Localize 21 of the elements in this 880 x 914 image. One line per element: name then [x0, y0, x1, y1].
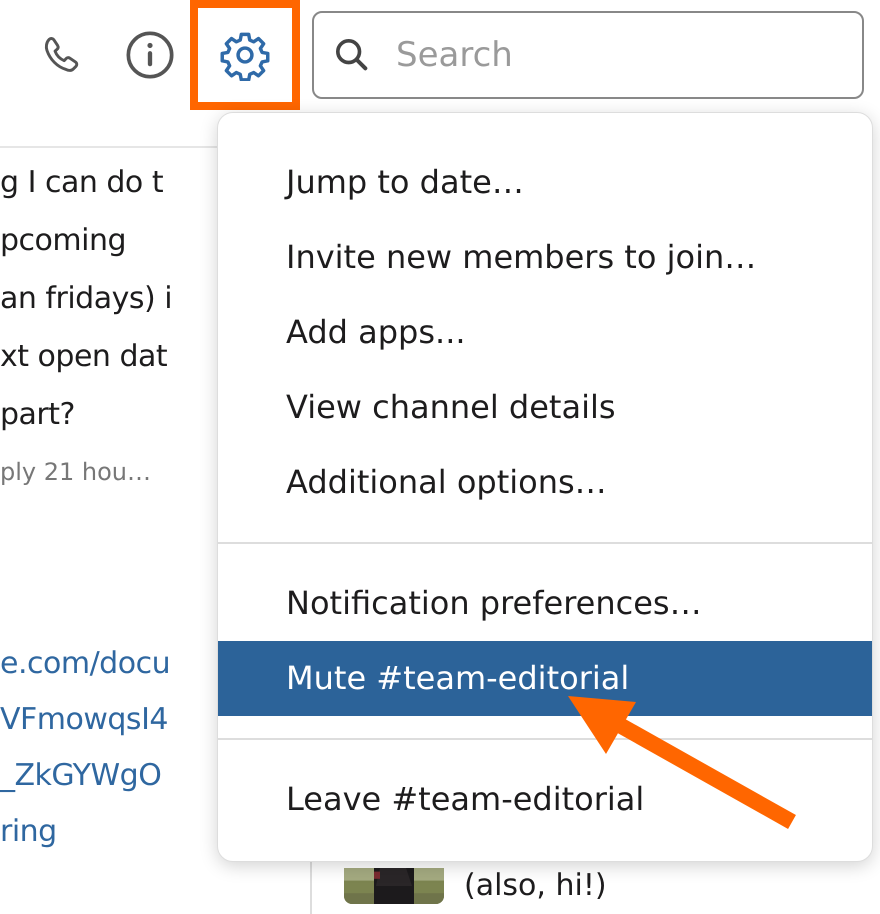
menu-item[interactable]: Invite new members to join… [218, 220, 872, 295]
info-icon[interactable] [124, 29, 176, 81]
menu-item[interactable]: Additional options… [218, 445, 872, 520]
link[interactable]: ring [0, 804, 212, 860]
menu-item[interactable]: Notification preferences… [218, 566, 872, 641]
menu-item[interactable]: View channel details [218, 370, 872, 445]
search-field[interactable]: Search [312, 11, 864, 99]
link[interactable]: VFmowqsI4 [0, 692, 212, 748]
reply-count[interactable]: ply 21 hou… [0, 458, 212, 486]
link[interactable]: _ZkGYWgO [0, 748, 212, 804]
message-text: an fridays) i [0, 280, 174, 318]
menu-item[interactable]: Mute #team-editorial [218, 641, 872, 716]
message-text: part? [0, 396, 76, 434]
message-text: (also, hi!) [464, 867, 607, 905]
menu-item[interactable]: Leave #team-editorial [218, 762, 872, 837]
menu-item[interactable]: Jump to date… [218, 145, 872, 220]
menu-item[interactable]: Add apps... [218, 295, 872, 370]
message-text: pcoming [0, 222, 128, 260]
message-text: xt open dat [0, 338, 168, 376]
link[interactable]: e.com/docu [0, 636, 212, 692]
message-text: g I can do t [0, 164, 164, 202]
